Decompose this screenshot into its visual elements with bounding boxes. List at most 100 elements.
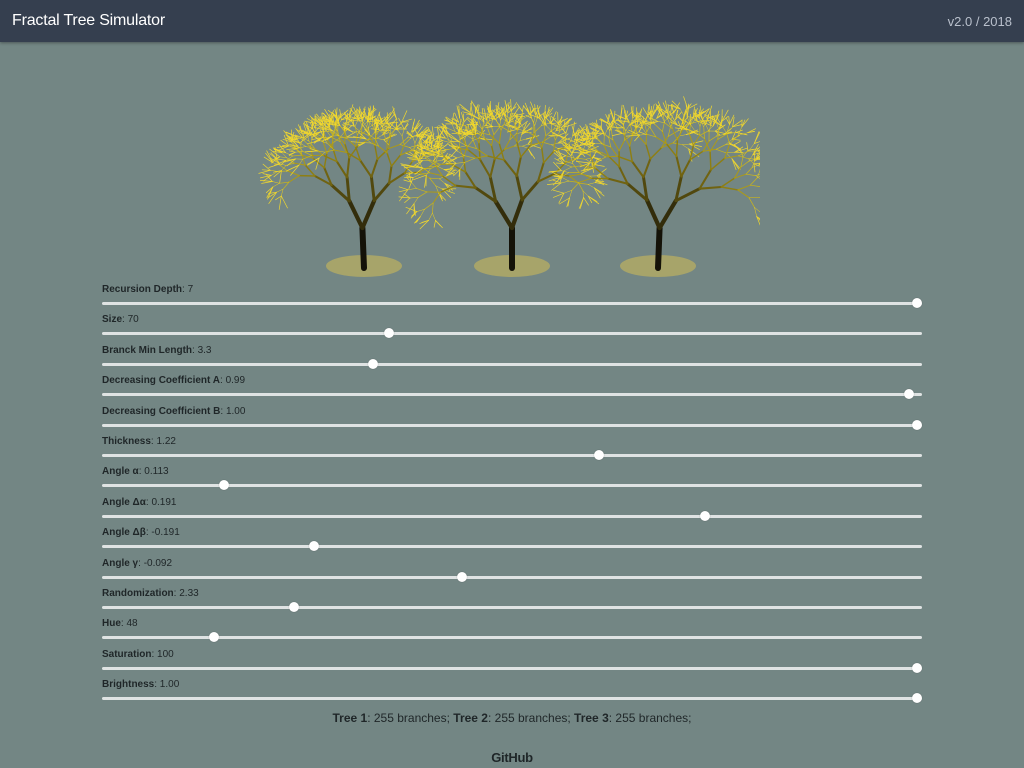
control-name: Angle Δα — [102, 496, 146, 508]
slider-track[interactable] — [102, 332, 922, 336]
slider-track[interactable] — [102, 302, 922, 305]
slider-thumb[interactable] — [367, 358, 378, 369]
control-branch-min-length: Branck Min Length: 3.3 — [102, 345, 922, 375]
tree-branches — [398, 99, 608, 271]
control-label: Angle Δα: 0.191 — [102, 496, 177, 508]
slider-thumb[interactable] — [912, 662, 922, 673]
slider-track[interactable] — [102, 666, 922, 670]
control-label: Brightness: 1.00 — [102, 679, 180, 691]
control-name: Size — [102, 314, 123, 326]
control-label: Angle γ: -0.092 — [102, 557, 173, 569]
control-value: -0.191 — [151, 527, 180, 539]
control-value: 1.22 — [156, 435, 176, 447]
slider-track[interactable] — [102, 514, 922, 518]
control-label: Size: 70 — [102, 314, 139, 326]
github-link[interactable]: GitHub — [0, 750, 1024, 765]
slider-thumb[interactable] — [289, 601, 300, 612]
control-brightness: Brightness: 1.00 — [102, 679, 922, 709]
control-name: Recursion Depth — [102, 284, 183, 295]
control-label: Decreasing Coefficient B: 1.00 — [102, 405, 246, 417]
control-thickness: Thickness: 1.22 — [102, 436, 922, 466]
control-label: Recursion Depth: 7 — [102, 284, 194, 295]
control-label: Decreasing Coefficient A: 0.99 — [102, 375, 246, 387]
slider-thumb[interactable] — [912, 298, 922, 308]
trees-drawing — [258, 96, 760, 277]
slider-thumb[interactable] — [594, 449, 605, 460]
control-name: Brightness — [102, 679, 155, 691]
control-recursion-depth: Recursion Depth: 7 — [102, 284, 922, 314]
slider-thumb[interactable] — [903, 389, 914, 400]
slider-thumb[interactable] — [308, 541, 319, 552]
slider-track[interactable] — [102, 393, 922, 397]
control-angle-gamma: Angle γ: -0.092 — [102, 558, 922, 588]
tree-canvas — [240, 42, 760, 282]
tree-1-count: : 255 branches; — [367, 711, 454, 725]
slider-thumb[interactable] — [383, 328, 394, 339]
control-value: 0.113 — [144, 466, 169, 478]
control-label: Hue: 48 — [102, 618, 138, 630]
slider-thumb[interactable] — [457, 571, 468, 582]
control-decreasing-coefficient-b: Decreasing Coefficient B: 1.00 — [102, 406, 922, 436]
control-value: 2.33 — [179, 587, 199, 599]
control-name: Thickness — [102, 435, 151, 447]
control-value: 0.191 — [151, 496, 177, 508]
control-angle-delta-alpha: Angle Δα: 0.191 — [102, 497, 922, 527]
control-value: 7 — [187, 284, 194, 295]
control-value: 70 — [127, 314, 139, 326]
slider-thumb[interactable] — [912, 419, 922, 430]
tree-1 — [258, 104, 457, 277]
control-value: 1.00 — [159, 679, 180, 691]
tree-2-count: : 255 branches; — [487, 711, 575, 725]
control-name: Angle Δβ — [102, 527, 146, 539]
slider-track[interactable] — [102, 545, 922, 549]
tree-2 — [398, 99, 608, 277]
control-value: 100 — [157, 648, 174, 660]
control-label: Angle Δβ: -0.191 — [102, 527, 180, 539]
version-label: v2.0 / 2018 — [947, 13, 1012, 29]
slider-track[interactable] — [102, 423, 922, 427]
slider-track[interactable] — [102, 636, 922, 640]
tree-3-count: : 255 branches; — [608, 711, 692, 725]
control-saturation: Saturation: 100 — [102, 649, 922, 679]
control-value: 48 — [126, 618, 138, 630]
tree-3 — [546, 96, 760, 277]
control-label: Randomization: 2.33 — [102, 587, 199, 599]
control-name: Branck Min Length — [102, 344, 193, 356]
control-name: Hue — [102, 618, 121, 630]
control-name: Saturation — [102, 648, 152, 660]
slider-track[interactable] — [102, 362, 922, 366]
slider-track[interactable] — [102, 453, 922, 457]
control-name: Angle α — [102, 466, 139, 478]
tree-2-label: Tree 2 — [453, 711, 488, 725]
control-decreasing-coefficient-a: Decreasing Coefficient A: 0.99 — [102, 375, 922, 405]
tree-1-label: Tree 1 — [332, 711, 368, 725]
control-value: 1.00 — [225, 405, 246, 417]
control-randomization: Randomization: 2.33 — [102, 588, 922, 618]
slider-track[interactable] — [102, 697, 922, 701]
control-angle-alpha: Angle α: 0.113 — [102, 466, 922, 496]
slider-track[interactable] — [102, 575, 922, 579]
control-value: -0.092 — [143, 557, 173, 569]
branch-summary: Tree 1: 255 branches; Tree 2: 255 branch… — [0, 711, 1024, 725]
controls-panel: Recursion Depth: 7 Size: 70 Branck Min Len… — [102, 284, 922, 709]
control-name: Randomization — [102, 587, 174, 599]
control-label: Angle α: 0.113 — [102, 466, 169, 478]
slider-track[interactable] — [102, 605, 922, 609]
slider-thumb[interactable] — [912, 693, 922, 704]
slider-thumb[interactable] — [209, 632, 220, 643]
control-name: Decreasing Coefficient A — [102, 375, 220, 387]
app-title: Fractal Tree Simulator — [12, 12, 165, 29]
control-label: Thickness: 1.22 — [102, 435, 176, 447]
slider-thumb[interactable] — [219, 480, 230, 491]
control-label: Branck Min Length: 3.3 — [102, 344, 212, 356]
control-hue: Hue: 48 — [102, 618, 922, 648]
control-name: Angle γ — [102, 557, 139, 569]
control-value: 3.3 — [197, 344, 212, 356]
control-size: Size: 70 — [102, 314, 922, 344]
control-label: Saturation: 100 — [102, 648, 174, 660]
slider-thumb[interactable] — [700, 510, 711, 521]
control-name: Decreasing Coefficient B — [102, 405, 221, 417]
tree-branches — [546, 96, 760, 271]
tree-branches — [258, 104, 457, 271]
control-value: 0.99 — [225, 375, 246, 387]
